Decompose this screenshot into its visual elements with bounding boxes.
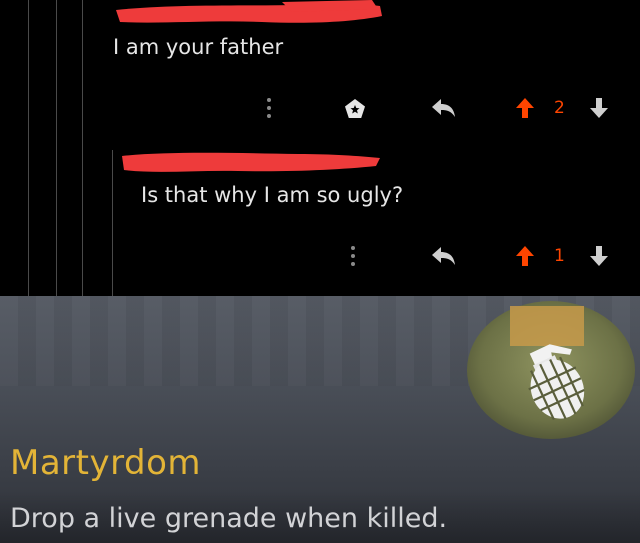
downvote-button[interactable] <box>588 96 610 120</box>
arrow-up-icon <box>516 246 534 266</box>
comment-body: I am your father <box>113 35 284 59</box>
redaction-scribble <box>118 148 383 178</box>
comment-body: Is that why I am so ugly? <box>141 183 404 207</box>
perk-badge <box>466 300 636 444</box>
arrow-down-icon <box>590 246 608 266</box>
award-icon <box>345 99 365 118</box>
upvote-button[interactable] <box>514 244 536 268</box>
upvote-button[interactable] <box>514 96 536 120</box>
award-button[interactable] <box>342 96 368 122</box>
thread-line[interactable] <box>28 0 29 296</box>
vote-count: 2 <box>554 98 565 118</box>
thread-line[interactable] <box>82 0 83 296</box>
thread-line[interactable] <box>56 0 57 296</box>
comment-thread: I am your father 2 Is that why I am so u… <box>0 0 640 296</box>
reply-icon <box>432 247 455 265</box>
grenade-icon <box>467 301 635 439</box>
more-options-button[interactable] <box>342 244 364 268</box>
vote-count: 1 <box>554 246 565 266</box>
downvote-button[interactable] <box>588 244 610 268</box>
more-vertical-icon <box>267 98 271 118</box>
arrow-down-icon <box>590 98 608 118</box>
more-options-button[interactable] <box>258 96 280 120</box>
perk-description: Drop a live grenade when killed. <box>10 503 448 534</box>
arrow-up-icon <box>516 98 534 118</box>
thread-line[interactable] <box>112 150 113 296</box>
reply-button[interactable] <box>430 96 458 120</box>
reply-icon <box>432 99 455 117</box>
perk-title: Martyrdom <box>10 443 201 483</box>
reply-button[interactable] <box>430 244 458 268</box>
redaction-scribble <box>112 0 387 30</box>
more-vertical-icon <box>351 246 355 266</box>
